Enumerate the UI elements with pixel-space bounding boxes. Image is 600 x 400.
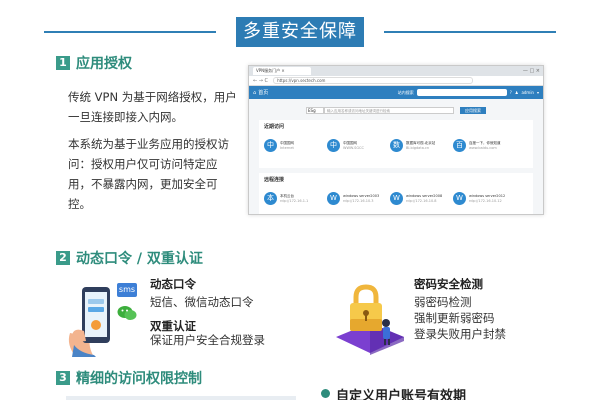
url-field[interactable]: https://vpn.sectech.com (273, 77, 474, 84)
portal-content: ESg 输入应用名称或访问地址关键词进行检索 应用搜索 近期访问 中 中国国网 I… (249, 99, 543, 214)
app-name: 数据库可视-北京站 (406, 140, 436, 145)
remote-icon: W (327, 192, 340, 205)
bullet-icon (321, 389, 330, 398)
site-search-label: 站内搜索 (397, 89, 414, 95)
password-check-line: 登录失败用户封禁 (414, 327, 506, 341)
portal-navbar: ⌂ 首页 站内搜索 ? ♟ admin ▾ (249, 86, 543, 99)
app-icon: 数 (390, 139, 403, 152)
page-title: 多重安全保障 (236, 17, 364, 47)
wechat-icon (117, 305, 137, 321)
browser-screenshot: VPN服务门户 × — □ × ← → C https://vpn.sectec… (248, 65, 544, 215)
password-check-title: 密码安全检测 (414, 277, 483, 291)
app-address: BI.bigdata.cn (406, 145, 430, 150)
panel-title: 远程连接 (264, 177, 285, 183)
chevron-down-icon[interactable]: ▾ (537, 90, 539, 95)
remote-address: rdp://172.16.10.12 (469, 198, 502, 203)
section-number: 3 (56, 371, 70, 385)
app-icon: 中 (327, 139, 340, 152)
section-1-paragraph-2: 本系统为基于业务应用的授权访问：授权用户仅可访问特定应用，不暴露内网，更加安全可… (68, 137, 229, 211)
app-tile[interactable]: 百 百度一下，你就知道 www.baidu.com (453, 139, 510, 152)
site-search-input[interactable] (416, 89, 507, 96)
app-search-button[interactable]: 应用搜索 (460, 106, 486, 114)
browser-tab[interactable]: VPN服务门户 × (253, 67, 311, 75)
remote-address: rdp://172.16.10.3 (343, 198, 374, 203)
app-name: 中国国网 (280, 140, 294, 145)
recent-access-panel: 近期访问 中 中国国网 Internet 中 中国国网 WWW.SGCC 数 数据库… (259, 120, 533, 168)
app-name: 百度一下，你就知道 (469, 140, 501, 145)
section-2-header: 2 动态口令 / 双重认证 (56, 249, 203, 267)
app-icon: 百 (453, 139, 466, 152)
user-icon[interactable]: ♟ (515, 90, 519, 95)
section-number: 2 (56, 251, 70, 265)
nav-arrows-icon[interactable]: ← → C (253, 78, 268, 84)
app-address: WWW.SGCC (343, 145, 364, 150)
otp-description: 短信、微信动态口令 (150, 295, 254, 309)
app-search-input[interactable]: 输入应用名称或访问地址关键词进行检索 (324, 106, 454, 114)
home-link[interactable]: 首页 (258, 89, 268, 96)
app-address: www.baidu.com (469, 145, 497, 150)
browser-tab-bar: VPN服务门户 × — □ × (249, 66, 543, 76)
remote-name: windows server2008 (406, 193, 443, 198)
help-icon[interactable]: ? (510, 90, 512, 95)
section-title: 应用授权 (76, 56, 132, 72)
home-icon[interactable]: ⌂ (253, 90, 256, 96)
app-tile[interactable]: 中 中国国网 WWW.SGCC (327, 139, 384, 152)
remote-tile[interactable]: W windows server2003 rdp://172.16.10.3 (327, 192, 384, 205)
permission-table-top (66, 396, 296, 400)
banner-divider-right (384, 31, 556, 33)
remote-address: rdp://172.16.1.1 (280, 198, 309, 203)
window-controls[interactable]: — □ × (523, 68, 543, 74)
section-1-header: 1 应用授权 (56, 54, 132, 72)
search-scope-select[interactable]: ESg (306, 106, 324, 114)
app-tile[interactable]: 中 中国国网 Internet (264, 139, 321, 152)
section-title: 精细的访问权限控制 (76, 371, 202, 387)
account-expiry-heading: 自定义用户账号有效期 (336, 389, 467, 400)
two-factor-description: 保证用户安全合规登录 (150, 333, 265, 347)
remote-tile[interactable]: W windows server2008 rdp://172.16.10.8 (390, 192, 447, 205)
app-icon: 中 (264, 139, 277, 152)
remote-name: windows server2012 (469, 193, 506, 198)
app-search-row: ESg 输入应用名称或访问地址关键词进行检索 应用搜索 (259, 105, 533, 115)
lock-illustration (334, 283, 406, 355)
app-tile[interactable]: 数 数据库可视-北京站 BI.bigdata.cn (390, 139, 447, 152)
banner-divider-left (44, 31, 216, 33)
remote-icon: 本 (264, 192, 277, 205)
section-number: 1 (56, 56, 70, 70)
user-name[interactable]: admin (521, 90, 534, 95)
remote-tile[interactable]: 本 本机云台 rdp://172.16.1.1 (264, 192, 321, 205)
section-1-paragraph-1: 传统 VPN 为基于网络授权，用户一旦连接即接入内网。 (68, 90, 237, 124)
remote-name: windows server2003 (343, 193, 380, 198)
remote-address: rdp://172.16.10.8 (406, 198, 437, 203)
section-title: 动态口令 / 双重认证 (76, 251, 203, 267)
phone-otp-illustration: sms (60, 283, 140, 358)
sms-icon: sms (117, 283, 137, 297)
otp-title: 动态口令 (150, 277, 196, 291)
address-bar: ← → C https://vpn.sectech.com (249, 76, 543, 86)
remote-icon: W (453, 192, 466, 205)
remote-tile[interactable]: W windows server2012 rdp://172.16.10.12 (453, 192, 510, 205)
panel-title: 近期访问 (264, 124, 285, 130)
remote-icon: W (390, 192, 403, 205)
remote-connection-panel: 远程连接 本 本机云台 rdp://172.16.1.1 W windows se… (259, 173, 533, 214)
app-address: Internet (280, 145, 294, 150)
section-3-header: 3 精细的访问权限控制 (56, 369, 202, 387)
